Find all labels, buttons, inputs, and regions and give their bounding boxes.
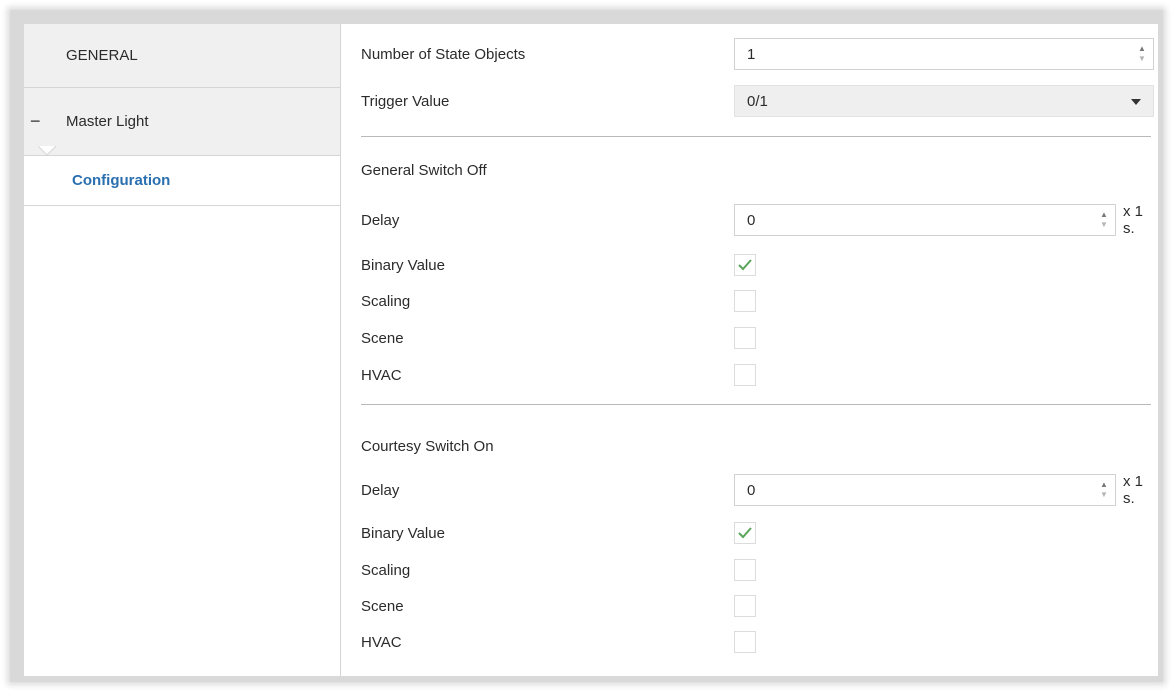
state-objects-value: 1	[747, 45, 756, 63]
scaling-label: Scaling	[361, 561, 411, 579]
delay-label: Delay	[361, 211, 400, 229]
scene-label: Scene	[361, 329, 404, 347]
check-icon	[738, 527, 752, 539]
courtesy-delay-spinbox[interactable]: 0 ▲ ▼	[734, 474, 1116, 506]
general-binary-row: Binary Value	[361, 248, 1151, 282]
sidebar-item-label: Configuration	[72, 172, 171, 189]
delay-unit: x 1 s.	[1123, 473, 1144, 507]
general-scene-row: Scene	[361, 321, 1151, 355]
general-hvac-checkbox[interactable]	[734, 364, 756, 386]
section-title: General Switch Off	[361, 161, 487, 179]
general-switch-off-title: General Switch Off	[361, 153, 1151, 187]
hvac-label: HVAC	[361, 366, 402, 384]
delay-value: 0	[747, 211, 756, 229]
sidebar-item-master-light[interactable]: − Master Light	[24, 88, 340, 156]
spin-up-icon[interactable]: ▲	[1100, 481, 1108, 489]
courtesy-binary-checkbox[interactable]	[734, 522, 756, 544]
divider	[361, 136, 1151, 137]
courtesy-scene-checkbox[interactable]	[734, 595, 756, 617]
general-scaling-checkbox[interactable]	[734, 290, 756, 312]
general-scene-checkbox[interactable]	[734, 327, 756, 349]
delay-value: 0	[747, 481, 756, 499]
scene-label: Scene	[361, 597, 404, 615]
state-objects-label: Number of State Objects	[361, 45, 526, 63]
courtesy-scene-row: Scene	[361, 589, 1151, 623]
state-objects-spinbox[interactable]: 1 ▲ ▼	[734, 38, 1154, 70]
courtesy-binary-row: Binary Value	[361, 516, 1151, 550]
trigger-value-row: Trigger Value 0/1	[361, 84, 1154, 118]
spin-arrows[interactable]: ▲ ▼	[1099, 481, 1109, 499]
sidebar-item-label: Master Light	[66, 113, 149, 130]
section-title: Courtesy Switch On	[361, 437, 494, 455]
chevron-down-icon[interactable]	[1131, 99, 1141, 105]
spin-down-icon[interactable]: ▼	[1100, 221, 1108, 229]
sidebar-item-label: GENERAL	[66, 47, 138, 64]
courtesy-switch-on-title: Courtesy Switch On	[361, 429, 1151, 463]
general-binary-checkbox[interactable]	[734, 254, 756, 276]
spin-up-icon[interactable]: ▲	[1100, 211, 1108, 219]
spin-up-icon[interactable]: ▲	[1138, 45, 1146, 53]
binary-value-label: Binary Value	[361, 256, 445, 274]
general-scaling-row: Scaling	[361, 284, 1151, 318]
trigger-value-select[interactable]: 0/1	[734, 85, 1154, 117]
hvac-label: HVAC	[361, 633, 402, 651]
general-delay-row: Delay 0 ▲ ▼ x 1 s.	[361, 203, 1151, 237]
spin-down-icon[interactable]: ▼	[1100, 491, 1108, 499]
trigger-value-label: Trigger Value	[361, 92, 450, 110]
sidebar: GENERAL − Master Light Configuration	[24, 24, 341, 676]
delay-unit: x 1 s.	[1123, 203, 1144, 237]
courtesy-hvac-checkbox[interactable]	[734, 631, 756, 653]
sidebar-empty-area	[24, 206, 340, 676]
divider	[361, 404, 1151, 405]
spin-arrows[interactable]: ▲ ▼	[1099, 211, 1109, 229]
main-panel: Number of State Objects 1 ▲ ▼ Trigger Va…	[341, 24, 1158, 676]
general-hvac-row: HVAC	[361, 358, 1151, 392]
check-icon	[738, 259, 752, 271]
spin-arrows[interactable]: ▲ ▼	[1137, 45, 1147, 63]
trigger-value-selected: 0/1	[747, 92, 768, 110]
collapse-icon[interactable]: −	[30, 88, 41, 155]
spin-down-icon[interactable]: ▼	[1138, 55, 1146, 63]
courtesy-delay-row: Delay 0 ▲ ▼ x 1 s.	[361, 473, 1151, 507]
scaling-label: Scaling	[361, 292, 411, 310]
delay-label: Delay	[361, 481, 400, 499]
state-objects-row: Number of State Objects 1 ▲ ▼	[361, 37, 1154, 71]
tree-notch-icon	[38, 146, 56, 156]
binary-value-label: Binary Value	[361, 524, 445, 542]
general-delay-spinbox[interactable]: 0 ▲ ▼	[734, 204, 1116, 236]
courtesy-hvac-row: HVAC	[361, 625, 1151, 659]
sidebar-item-general[interactable]: GENERAL	[24, 24, 340, 88]
sidebar-item-configuration[interactable]: Configuration	[24, 156, 340, 206]
courtesy-scaling-checkbox[interactable]	[734, 559, 756, 581]
courtesy-scaling-row: Scaling	[361, 553, 1151, 587]
